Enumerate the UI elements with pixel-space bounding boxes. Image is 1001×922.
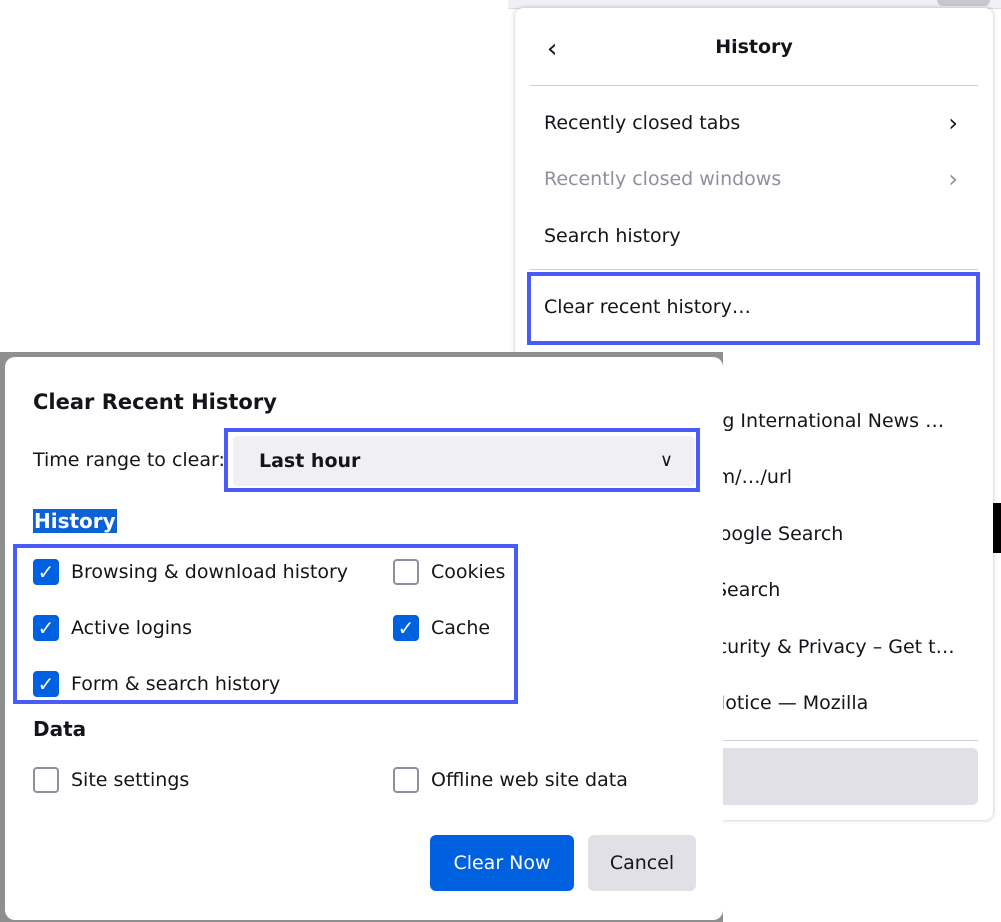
recently-closed-tabs[interactable]: Recently closed tabs › <box>530 97 978 149</box>
history-entry[interactable]: Search <box>715 564 985 616</box>
highlight-box <box>224 428 700 492</box>
checkbox-label: Site settings <box>71 769 190 791</box>
history-entry[interactable]: ecurity & Privacy – Get t… <box>705 621 985 673</box>
clear-now-button[interactable]: Clear Now <box>430 835 574 891</box>
item-label: Recently closed windows <box>544 168 782 190</box>
highlight-box <box>527 272 980 345</box>
site-settings-checkbox[interactable]: Site settings <box>33 767 189 793</box>
panel-title: History <box>715 36 793 58</box>
checkbox-empty-icon <box>393 767 419 793</box>
checkbox-empty-icon <box>33 767 59 793</box>
panel-header: ‹ History <box>515 8 993 86</box>
offline-data-checkbox[interactable]: Offline web site data <box>393 767 628 793</box>
highlight-box <box>13 544 518 704</box>
search-history[interactable]: Search history <box>530 210 978 262</box>
recently-closed-windows[interactable]: Recently closed windows › <box>530 153 978 205</box>
item-label: Recently closed tabs <box>544 112 741 134</box>
history-entry[interactable]: Google Search <box>705 508 985 560</box>
item-label: Search history <box>544 225 681 247</box>
checkbox-label: Offline web site data <box>431 769 628 791</box>
toolbar-button[interactable] <box>937 0 990 6</box>
divider <box>530 269 978 270</box>
history-section-heading: History <box>33 509 117 533</box>
history-entry[interactable]: om/…/url <box>705 451 985 503</box>
divider <box>530 85 978 86</box>
history-entry[interactable]: ing International News … <box>705 395 985 447</box>
time-range-label: Time range to clear: <box>33 449 225 471</box>
page-edge <box>993 503 1001 553</box>
cancel-button[interactable]: Cancel <box>588 835 696 891</box>
clear-history-dialog: Clear Recent History Time range to clear… <box>5 357 723 920</box>
history-entry[interactable]: Notice — Mozilla <box>711 677 981 729</box>
chevron-right-icon: › <box>948 109 958 137</box>
data-section-heading: Data <box>33 717 87 741</box>
chevron-right-icon: › <box>948 165 958 193</box>
dialog-title: Clear Recent History <box>33 390 277 414</box>
